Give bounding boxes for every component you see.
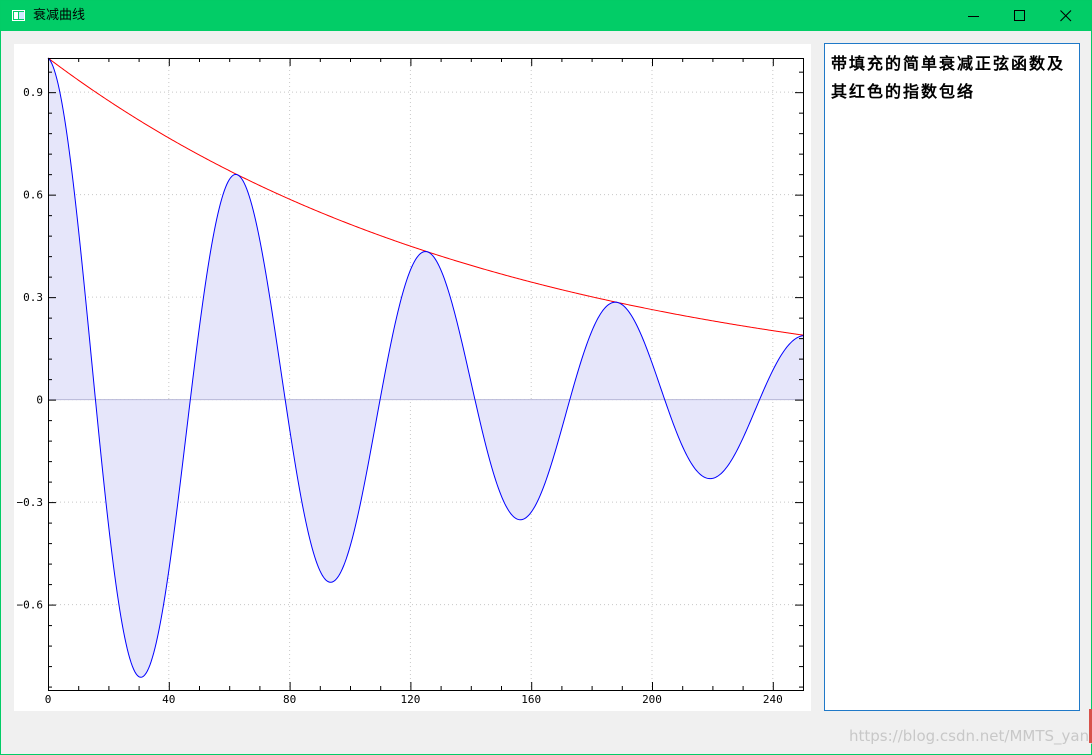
x-tick-label: 80 — [283, 693, 296, 706]
y-tick-label: 0 — [36, 394, 43, 407]
watermark: https://blog.csdn.net/MMTS_yang — [849, 727, 1092, 745]
y-tick-label: −0.6 — [17, 599, 44, 612]
maximize-button[interactable] — [997, 1, 1043, 31]
app-icon — [12, 10, 25, 21]
plot-widget[interactable]: 0 40 80 120 160 200 240 −0.6 −0.3 0 0.3 0.6 0.9 — [14, 44, 811, 711]
application-window: 衰减曲线 0 40 80 120 160 200 240 −0.6 −0.3 0 0.3 0.6 0.9… — [0, 0, 1092, 755]
info-panel: 带填充的简单衰减正弦函数及其红色的指数包络 — [824, 43, 1080, 711]
decay-chart: 0 40 80 120 160 200 240 −0.6 −0.3 0 0.3 0.6 0.9 — [17, 57, 804, 706]
x-tick-label: 120 — [400, 693, 420, 706]
close-icon — [1060, 10, 1072, 22]
maximize-icon — [1014, 10, 1025, 21]
y-tick-label: −0.3 — [17, 496, 44, 509]
x-tick-label: 40 — [162, 693, 175, 706]
damped-sine-fill — [48, 58, 803, 678]
x-tick-label: 200 — [642, 693, 662, 706]
y-tick-label: 0.9 — [23, 86, 43, 99]
x-tick-label: 160 — [521, 693, 541, 706]
info-panel-text: 带填充的简单衰减正弦函数及其红色的指数包络 — [831, 54, 1066, 101]
minimize-icon — [968, 16, 979, 17]
y-tick-label: 0.6 — [23, 189, 43, 202]
minimize-button[interactable] — [951, 1, 997, 31]
x-tick-label: 240 — [763, 693, 783, 706]
x-tick-label: 0 — [45, 693, 52, 706]
close-button[interactable] — [1043, 1, 1089, 31]
y-tick-label: 0.3 — [23, 291, 43, 304]
title-bar[interactable]: 衰减曲线 — [1, 1, 1091, 31]
window-title: 衰减曲线 — [33, 8, 86, 23]
